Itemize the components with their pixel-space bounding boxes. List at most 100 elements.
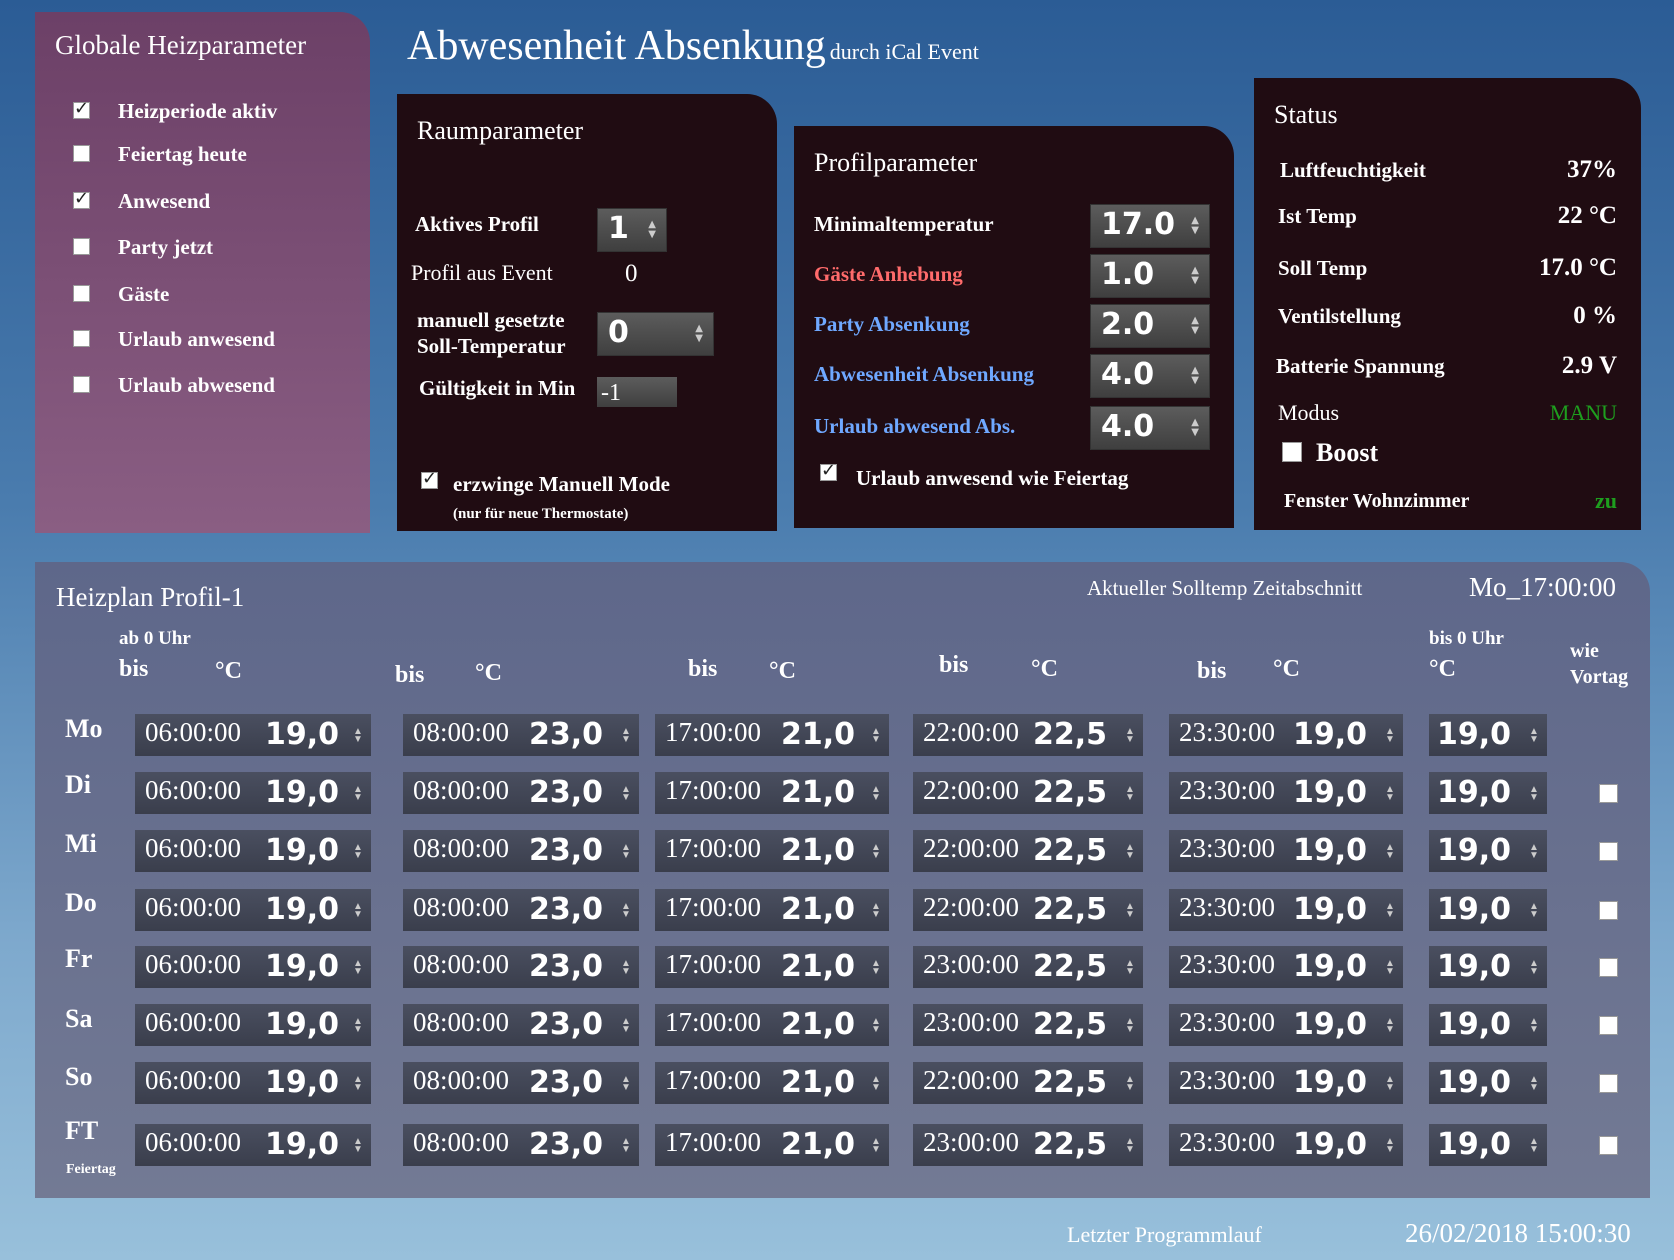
time-input[interactable]: 23:30:00 [1179, 1127, 1275, 1158]
time-input[interactable]: 06:00:00 [145, 892, 241, 923]
global-checkbox[interactable] [73, 188, 90, 209]
stepper-arrows-icon[interactable]: ▲ ▼ [871, 902, 881, 920]
time-input[interactable]: 23:00:00 [923, 1007, 1019, 1038]
stepper-arrows-icon[interactable]: ▲ ▼ [1529, 785, 1539, 803]
force-manual-checkbox[interactable] [421, 468, 438, 489]
temp-stepper[interactable]: 22,5 [1033, 949, 1107, 984]
temp-stepper[interactable]: 19,0 [1293, 1127, 1367, 1162]
stepper-arrows-icon[interactable]: ▲ ▼ [1385, 843, 1395, 861]
stepper-arrows-icon[interactable]: ▲ ▼ [871, 1137, 881, 1155]
time-input[interactable]: 17:00:00 [665, 892, 761, 923]
end-temp-stepper[interactable]: 19,0 ▲ ▼ [1429, 946, 1547, 988]
stepper-arrows-icon[interactable]: ▲ ▼ [353, 843, 363, 861]
validity-input[interactable]: -1 [597, 377, 677, 407]
end-temp-stepper[interactable]: 19,0 ▲ ▼ [1429, 889, 1547, 931]
stepper-arrows-icon[interactable]: ▲ ▼ [353, 1075, 363, 1093]
stepper-arrows-icon[interactable]: ▲ ▼ [1529, 1137, 1539, 1155]
stepper-arrows-icon[interactable]: ▲ ▼ [1385, 902, 1395, 920]
stepper-arrows-icon[interactable]: ▲ ▼ [871, 785, 881, 803]
same-as-previous-day-checkbox[interactable] [1599, 958, 1618, 977]
time-input[interactable]: 06:00:00 [145, 949, 241, 980]
stepper-arrows-icon[interactable]: ▲ ▼ [621, 1075, 631, 1093]
time-input[interactable]: 08:00:00 [413, 833, 509, 864]
global-checkbox[interactable] [73, 238, 90, 255]
time-input[interactable]: 08:00:00 [413, 775, 509, 806]
temp-stepper[interactable]: 19,0 [1293, 1065, 1367, 1100]
stepper-arrows-icon[interactable]: ▲ ▼ [1529, 843, 1539, 861]
time-input[interactable]: 06:00:00 [145, 775, 241, 806]
global-checkbox[interactable] [73, 330, 90, 347]
temp-stepper[interactable]: 19,0 [265, 717, 339, 752]
stepper-arrows-icon[interactable]: ▲ ▼ [1125, 1137, 1135, 1155]
stepper-arrows-icon[interactable]: ▲ ▼ [353, 785, 363, 803]
profile-param-stepper[interactable]: 2.0 ▲ ▼ [1090, 304, 1210, 348]
stepper-arrows-icon[interactable]: ▲ ▼ [1385, 727, 1395, 745]
temp-stepper[interactable]: 23,0 [529, 892, 603, 927]
time-input[interactable]: 08:00:00 [413, 892, 509, 923]
time-input[interactable]: 08:00:00 [413, 1065, 509, 1096]
stepper-arrows-icon[interactable]: ▲ ▼ [353, 727, 363, 745]
temp-stepper[interactable]: 19,0 [1293, 775, 1367, 810]
temp-stepper[interactable]: 19,0 [1293, 949, 1367, 984]
stepper-arrows-icon[interactable]: ▲ ▼ [1529, 1075, 1539, 1093]
temp-stepper[interactable]: 19,0 [265, 949, 339, 984]
temp-stepper[interactable]: 19,0 [265, 1065, 339, 1100]
time-input[interactable]: 17:00:00 [665, 833, 761, 864]
temp-stepper[interactable]: 21,0 [781, 775, 855, 810]
global-checkbox[interactable] [73, 145, 90, 162]
stepper-arrows-icon[interactable]: ▲ ▼ [353, 1137, 363, 1155]
time-input[interactable]: 22:00:00 [923, 717, 1019, 748]
temp-stepper[interactable]: 22,5 [1033, 1127, 1107, 1162]
time-input[interactable]: 22:00:00 [923, 775, 1019, 806]
time-input[interactable]: 06:00:00 [145, 717, 241, 748]
time-input[interactable]: 23:30:00 [1179, 892, 1275, 923]
end-temp-stepper[interactable]: 19,0 ▲ ▼ [1429, 1124, 1547, 1166]
temp-stepper[interactable]: 19,0 [265, 892, 339, 927]
time-input[interactable]: 08:00:00 [413, 717, 509, 748]
temp-stepper[interactable]: 23,0 [529, 775, 603, 810]
stepper-arrows-icon[interactable]: ▲ ▼ [621, 902, 631, 920]
stepper-arrows-icon[interactable]: ▲ ▼ [353, 1017, 363, 1035]
temp-stepper[interactable]: 22,5 [1033, 717, 1107, 752]
temp-stepper[interactable]: 19,0 [265, 775, 339, 810]
temp-stepper[interactable]: 19,0 [1293, 1007, 1367, 1042]
time-input[interactable]: 17:00:00 [665, 1127, 761, 1158]
temp-stepper[interactable]: 21,0 [781, 1065, 855, 1100]
time-input[interactable]: 23:30:00 [1179, 833, 1275, 864]
time-input[interactable]: 17:00:00 [665, 1065, 761, 1096]
time-input[interactable]: 23:30:00 [1179, 949, 1275, 980]
time-input[interactable]: 06:00:00 [145, 1065, 241, 1096]
temp-stepper[interactable]: 19,0 [265, 833, 339, 868]
temp-stepper[interactable]: 21,0 [781, 1007, 855, 1042]
stepper-arrows-icon[interactable]: ▲ ▼ [1529, 959, 1539, 977]
stepper-arrows-icon[interactable]: ▲ ▼ [871, 1017, 881, 1035]
same-as-previous-day-checkbox[interactable] [1599, 842, 1618, 861]
stepper-arrows-icon[interactable]: ▲ ▼ [1385, 1137, 1395, 1155]
stepper-arrows-icon[interactable]: ▲ ▼ [1385, 959, 1395, 977]
stepper-arrows-icon[interactable]: ▲ ▼ [1125, 727, 1135, 745]
time-input[interactable]: 23:30:00 [1179, 775, 1275, 806]
stepper-arrows-icon[interactable]: ▲ ▼ [1385, 1075, 1395, 1093]
temp-stepper[interactable]: 23,0 [529, 717, 603, 752]
global-checkbox[interactable] [73, 98, 90, 119]
stepper-arrows-icon[interactable]: ▲ ▼ [621, 1137, 631, 1155]
stepper-arrows-icon[interactable]: ▲ ▼ [871, 1075, 881, 1093]
profile-param-stepper[interactable]: 17.0 ▲ ▼ [1090, 204, 1210, 248]
temp-stepper[interactable]: 23,0 [529, 833, 603, 868]
time-input[interactable]: 17:00:00 [665, 717, 761, 748]
time-input[interactable]: 08:00:00 [413, 949, 509, 980]
stepper-arrows-icon[interactable]: ▲ ▼ [1125, 959, 1135, 977]
time-input[interactable]: 06:00:00 [145, 1007, 241, 1038]
end-temp-stepper[interactable]: 19,0 ▲ ▼ [1429, 772, 1547, 814]
stepper-arrows-icon[interactable]: ▲ ▼ [1125, 1075, 1135, 1093]
manual-temp-stepper[interactable]: 0 ▲ ▼ [597, 312, 714, 356]
stepper-arrows-icon[interactable]: ▲ ▼ [1529, 902, 1539, 920]
time-input[interactable]: 17:00:00 [665, 775, 761, 806]
temp-stepper[interactable]: 22,5 [1033, 775, 1107, 810]
temp-stepper[interactable]: 22,5 [1033, 833, 1107, 868]
temp-stepper[interactable]: 22,5 [1033, 1007, 1107, 1042]
same-as-previous-day-checkbox[interactable] [1599, 1016, 1618, 1035]
time-input[interactable]: 17:00:00 [665, 949, 761, 980]
time-input[interactable]: 23:00:00 [923, 949, 1019, 980]
time-input[interactable]: 23:30:00 [1179, 1065, 1275, 1096]
